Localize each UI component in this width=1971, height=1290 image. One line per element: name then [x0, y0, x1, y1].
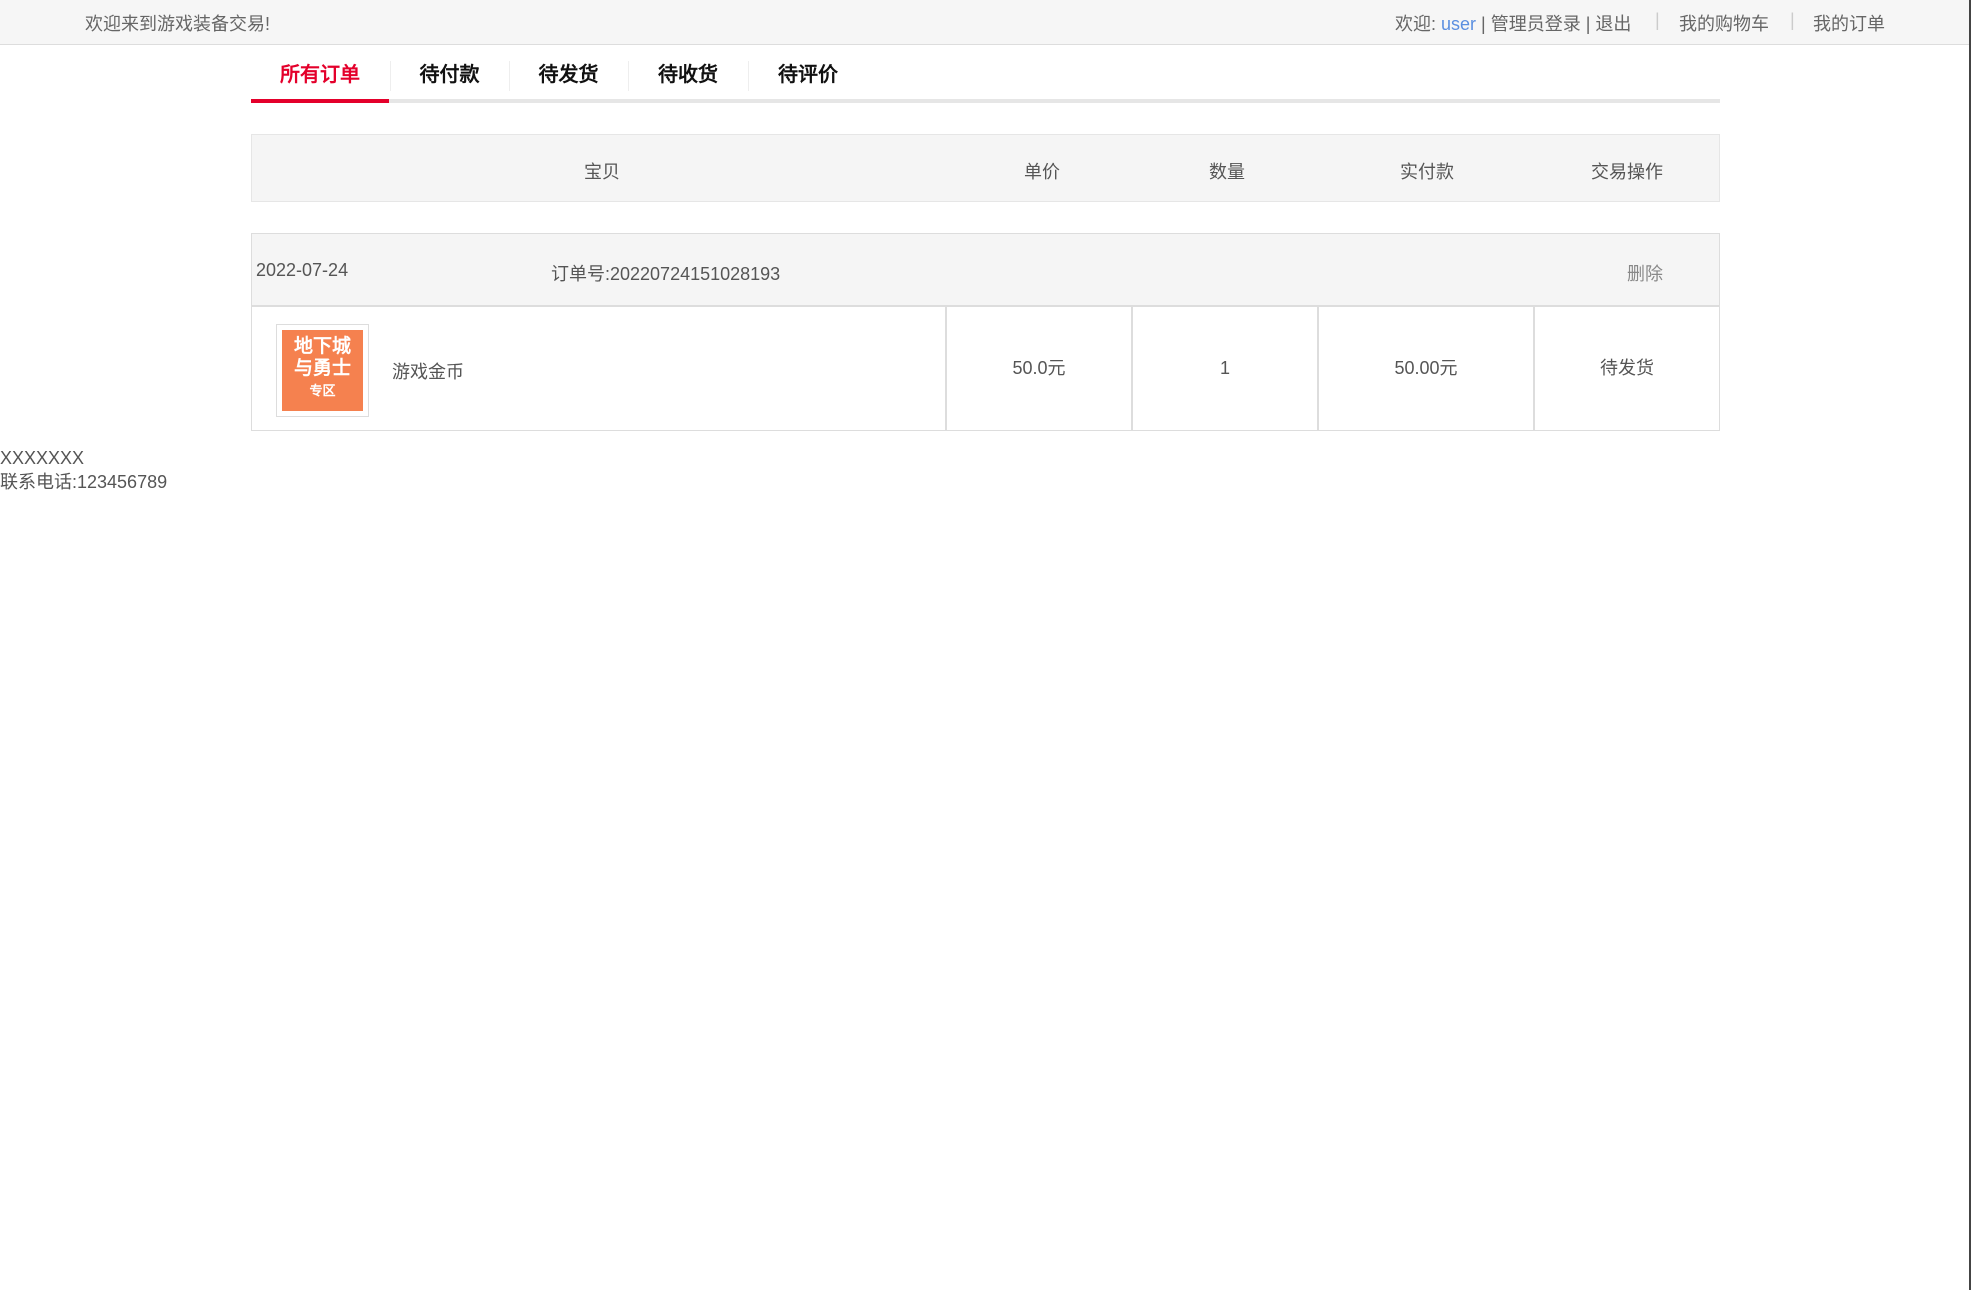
footer-text: XXXXXXX [0, 446, 167, 470]
divider: | [1790, 10, 1795, 31]
order-card: 2022-07-24 订单号:20220724151028193 删除 地下城 … [251, 233, 1720, 431]
thumb-text: 与勇士 [282, 358, 363, 380]
quantity: 1 [1131, 307, 1317, 430]
logout-link[interactable]: 退出 [1595, 14, 1631, 34]
tab-pending-payment[interactable]: 待付款 [390, 57, 509, 103]
header-item: 宝贝 [584, 158, 620, 184]
orders-link[interactable]: 我的订单 [1813, 10, 1885, 36]
site-welcome: 欢迎来到游戏装备交易! [85, 10, 270, 36]
cart-link[interactable]: 我的购物车 [1679, 10, 1769, 36]
delete-link[interactable]: 删除 [1627, 260, 1663, 286]
tab-all-orders[interactable]: 所有订单 [251, 57, 389, 103]
product-thumbnail[interactable]: 地下城 与勇士 专区 [276, 324, 369, 417]
contact-phone: 联系电话:123456789 [0, 470, 167, 494]
product-name[interactable]: 游戏金币 [392, 358, 464, 384]
greeting: 欢迎: [1395, 14, 1436, 34]
header-actions: 交易操作 [1591, 158, 1663, 184]
order-date: 2022-07-24 [256, 260, 348, 281]
header-paid: 实付款 [1400, 158, 1454, 184]
tab-pending-review[interactable]: 待评价 [748, 57, 868, 103]
thumb-text: 专区 [282, 380, 363, 402]
header-price: 单价 [1024, 158, 1060, 184]
order-tabs: 所有订单 待付款 待发货 待收货 待评价 [251, 57, 1720, 103]
top-bar: 欢迎来到游戏装备交易! 欢迎: user | 管理员登录 | 退出 | 我的购物… [0, 0, 1969, 45]
order-header: 2022-07-24 订单号:20220724151028193 删除 [252, 234, 1719, 307]
paid-amount: 50.00元 [1317, 307, 1533, 430]
order-number: 订单号:20220724151028193 [551, 260, 780, 286]
username-link[interactable]: user [1441, 14, 1476, 34]
tab-pending-receipt[interactable]: 待收货 [628, 57, 748, 103]
order-status: 待发货 [1533, 307, 1719, 430]
thumb-text: 地下城 [282, 336, 363, 358]
tab-pending-shipment[interactable]: 待发货 [509, 57, 628, 103]
header-quantity: 数量 [1209, 158, 1245, 184]
divider: | [1655, 10, 1660, 31]
admin-login-link[interactable]: 管理员登录 [1491, 14, 1581, 34]
user-links: 欢迎: user | 管理员登录 | 退出 [1395, 10, 1631, 36]
table-header: 宝贝 单价 数量 实付款 交易操作 [251, 134, 1720, 202]
footer: XXXXXXX 联系电话:123456789 [0, 446, 167, 494]
unit-price: 50.0元 [945, 307, 1131, 430]
